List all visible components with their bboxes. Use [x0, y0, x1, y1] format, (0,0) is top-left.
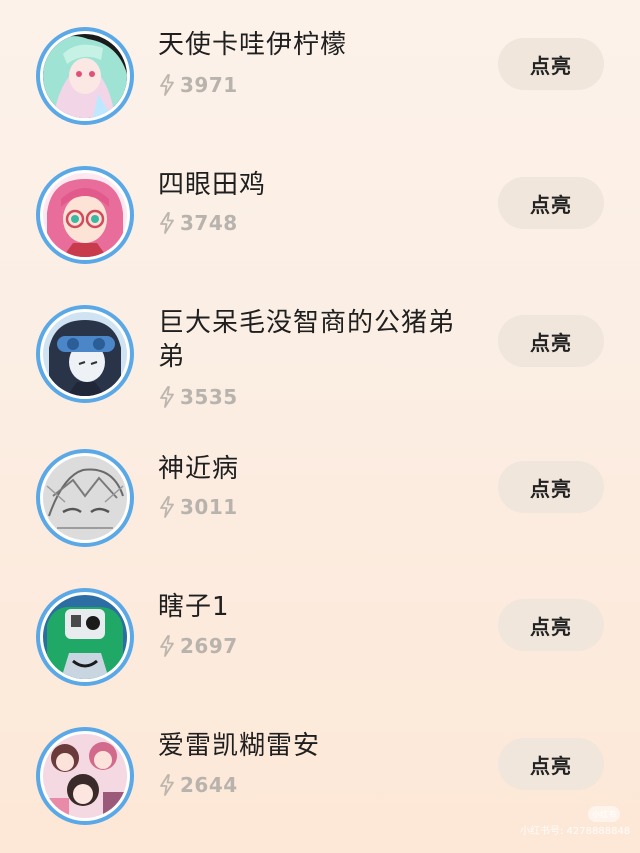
user-name: 神近病: [158, 454, 240, 484]
score: 3971: [158, 72, 238, 98]
score: 3748: [158, 210, 238, 236]
light-up-button[interactable]: 点亮: [498, 738, 604, 790]
light-up-button[interactable]: 点亮: [498, 38, 604, 90]
lightning-icon: [160, 74, 174, 96]
lightning-icon: [160, 635, 174, 657]
watermark-text: 小红书号: 4278888848: [520, 826, 631, 837]
anime-girl-pink-hair-glasses-avatar-icon: [43, 173, 127, 257]
user-name: 四眼田鸡: [158, 170, 267, 200]
light-up-button[interactable]: 点亮: [498, 315, 604, 367]
avatar[interactable]: [36, 727, 134, 825]
lightning-icon: [160, 212, 174, 234]
avatar[interactable]: [36, 588, 134, 686]
score-value: 3971: [180, 73, 238, 97]
watermark-badge: 小红书: [588, 806, 620, 822]
score: 3535: [158, 384, 238, 410]
user-name: 天使卡哇伊柠檬: [158, 30, 348, 60]
score-value: 3748: [180, 211, 238, 235]
score-value: 3011: [180, 495, 238, 519]
user-name: 巨大呆毛没智商的公猪弟弟: [158, 308, 456, 372]
score-value: 3535: [180, 385, 238, 409]
lightning-icon: [160, 496, 174, 518]
score-value: 2697: [180, 634, 238, 658]
avatar[interactable]: [36, 449, 134, 547]
green-hair-robot-avatar-icon: [43, 595, 127, 679]
user-name: 瞎子1: [158, 592, 230, 622]
anime-boy-goggles-avatar-icon: [43, 312, 127, 396]
avatar[interactable]: [36, 166, 134, 264]
anime-girl-teal-hair-avatar-icon: [43, 34, 127, 118]
score: 3011: [158, 494, 238, 520]
light-up-button[interactable]: 点亮: [498, 461, 604, 513]
score: 2697: [158, 633, 238, 659]
avatar[interactable]: [36, 27, 134, 125]
lightning-icon: [160, 386, 174, 408]
lightning-icon: [160, 774, 174, 796]
user-name: 爱雷凯糊雷安: [158, 731, 321, 761]
avatar[interactable]: [36, 305, 134, 403]
sketch-face-avatar-icon: [43, 456, 127, 540]
light-up-button[interactable]: 点亮: [498, 599, 604, 651]
user-ranking-list: 天使卡哇伊柠檬 3971 点亮 四眼田鸡 3748 点亮 巨大呆毛没智商的公猪弟…: [0, 0, 640, 853]
light-up-button[interactable]: 点亮: [498, 177, 604, 229]
score-value: 2644: [180, 773, 238, 797]
score: 2644: [158, 772, 238, 798]
anime-group-collage-avatar-icon: [43, 734, 127, 818]
